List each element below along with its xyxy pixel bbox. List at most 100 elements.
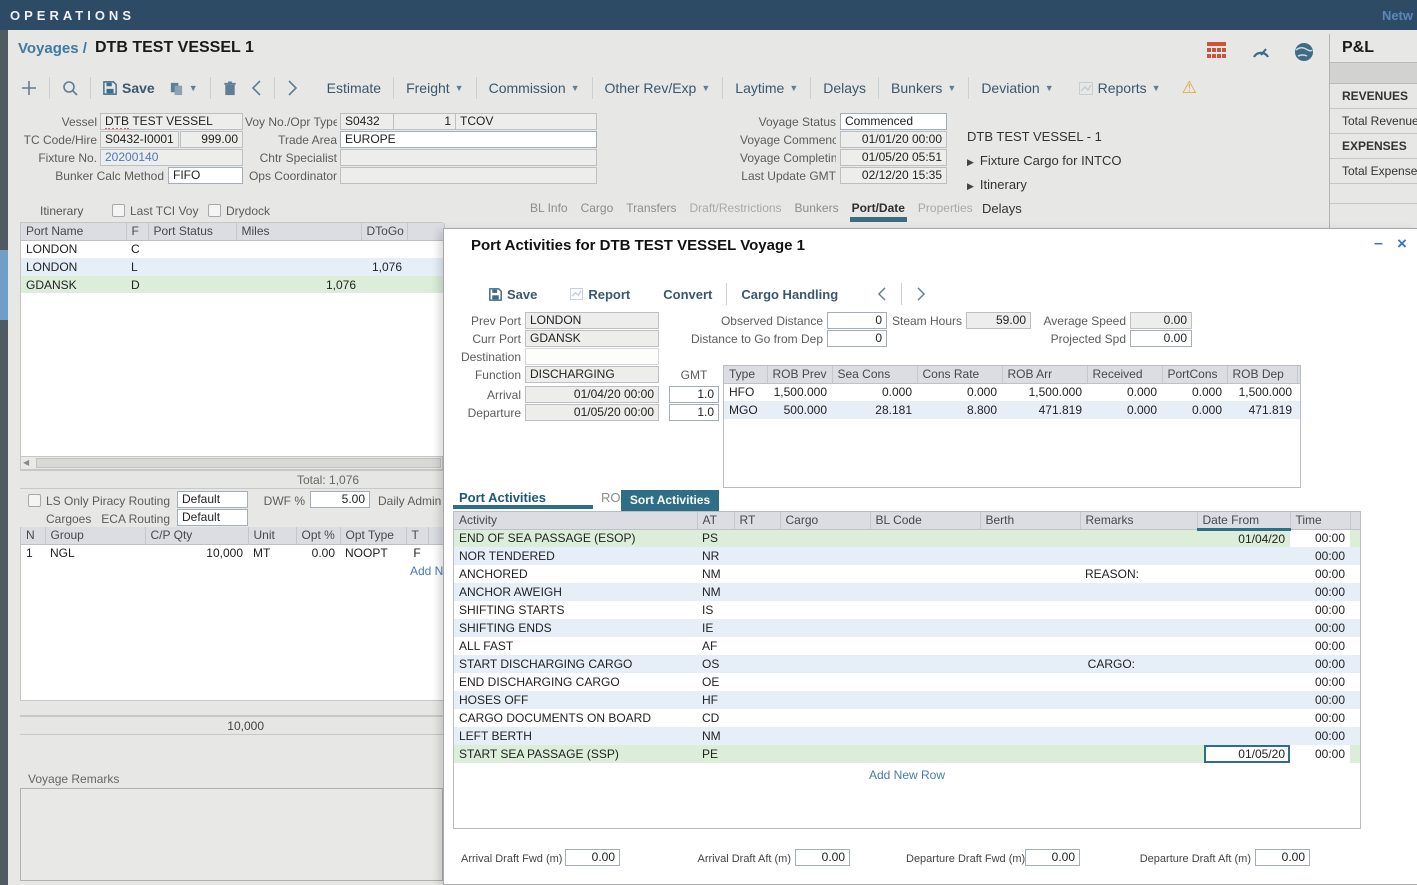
dwf-field[interactable]: 5.00 bbox=[310, 491, 370, 508]
col-port-name[interactable]: Port Name bbox=[21, 223, 126, 240]
breadcrumb[interactable]: Voyages / bbox=[18, 40, 87, 57]
tc-hire-field[interactable]: 999.00 bbox=[180, 131, 243, 148]
cell-date-from[interactable] bbox=[1197, 691, 1290, 709]
cell-time[interactable]: 00:00 bbox=[1290, 601, 1350, 619]
projected-spd-field[interactable]: 0.00 bbox=[1130, 330, 1192, 347]
tree-root[interactable]: DTB TEST VESSEL - 1 bbox=[967, 129, 1102, 144]
arrival-field[interactable]: 01/04/20 00:00 bbox=[525, 386, 659, 403]
col-opt-pct[interactable]: Opt % bbox=[296, 527, 340, 544]
dialog-save-button[interactable]: Save bbox=[489, 287, 537, 302]
cell-time[interactable]: 00:00 bbox=[1290, 547, 1350, 565]
convert-button[interactable]: Convert bbox=[663, 287, 712, 302]
itinerary-row[interactable]: GDANSK D 1,076 bbox=[21, 276, 444, 294]
trade-area-field[interactable]: EUROPE bbox=[340, 131, 597, 148]
cell-portcons[interactable]: 0.000 bbox=[1162, 401, 1227, 419]
add-new-row-link[interactable]: Add New Row bbox=[454, 768, 1360, 782]
reports-menu[interactable]: Reports▼ bbox=[1079, 80, 1161, 96]
col-rob-prev[interactable]: ROB Prev bbox=[767, 366, 832, 383]
sort-activities-button[interactable]: Sort Activities bbox=[621, 490, 719, 511]
tab-properties[interactable]: Properties bbox=[918, 201, 973, 215]
minimize-icon[interactable]: – bbox=[1374, 235, 1383, 253]
activity-row[interactable]: LEFT BERTH NM 00:00 bbox=[454, 727, 1361, 745]
voy-no-field[interactable]: S0432 bbox=[340, 113, 394, 130]
gmt-departure-field[interactable]: 1.0 bbox=[669, 404, 719, 421]
cell-date-from[interactable] bbox=[1197, 655, 1290, 673]
dialog-next-button[interactable] bbox=[916, 287, 926, 301]
cell-time[interactable]: 00:00 bbox=[1290, 691, 1350, 709]
deviation-menu[interactable]: Deviation▼ bbox=[981, 80, 1053, 96]
pnl-row-revenues[interactable]: REVENUES bbox=[1330, 84, 1417, 109]
ls-only-checkbox[interactable] bbox=[28, 494, 41, 507]
next-button[interactable] bbox=[287, 80, 298, 96]
activity-row[interactable]: END OF SEA PASSAGE (ESOP) PS 01/04/20 00… bbox=[454, 529, 1361, 547]
cell-time[interactable]: 00:00 bbox=[1290, 619, 1350, 637]
bunkers-menu[interactable]: Bunkers▼ bbox=[891, 80, 956, 96]
add-button[interactable] bbox=[21, 80, 37, 96]
scroll-left-arrow-icon[interactable]: ◀ bbox=[23, 458, 29, 467]
steam-hours-field[interactable]: 59.00 bbox=[966, 312, 1031, 329]
other-rev-exp-menu[interactable]: Other Rev/Exp▼ bbox=[605, 80, 711, 96]
tree-item-itinerary[interactable]: ▶Itinerary bbox=[967, 177, 1027, 192]
tab-bl-info[interactable]: BL Info bbox=[530, 201, 568, 215]
cell-date-from[interactable] bbox=[1197, 709, 1290, 727]
tab-port-activities[interactable]: Port Activities bbox=[459, 490, 546, 505]
col-received[interactable]: Received bbox=[1087, 366, 1162, 383]
col-rob-dep[interactable]: ROB Dep bbox=[1227, 366, 1297, 383]
copy-button[interactable]: ▼ bbox=[169, 81, 198, 96]
gmt-arrival-field[interactable]: 1.0 bbox=[669, 386, 719, 403]
tab-transfers[interactable]: Transfers bbox=[626, 201, 676, 215]
opr-type-field[interactable]: TCOV bbox=[455, 113, 597, 130]
pnl-row-expenses[interactable]: EXPENSES bbox=[1330, 134, 1417, 159]
departure-draft-fwd-field[interactable]: 0.00 bbox=[1025, 849, 1080, 866]
globe-icon[interactable] bbox=[1294, 42, 1314, 62]
itinerary-row[interactable]: LONDON L 1,076 bbox=[21, 258, 444, 276]
col-unit[interactable]: Unit bbox=[248, 527, 296, 544]
activity-row[interactable]: ALL FAST AF 00:00 bbox=[454, 637, 1361, 655]
voyage-commencing-field[interactable]: 01/01/20 00:00 bbox=[840, 131, 947, 148]
vessel-field[interactable]: DTB TEST VESSEL bbox=[100, 113, 243, 130]
activity-row[interactable]: SHIFTING STARTS IS 00:00 bbox=[454, 601, 1361, 619]
col-type[interactable]: Type bbox=[724, 366, 767, 383]
cell-date-from[interactable] bbox=[1197, 637, 1290, 655]
col-group[interactable]: Group bbox=[45, 527, 145, 544]
bunker-row[interactable]: HFO 1,500.000 0.000 0.000 1,500.000 0.00… bbox=[724, 383, 1301, 401]
col-time[interactable]: Time bbox=[1290, 512, 1350, 529]
cargo-handling-button[interactable]: Cargo Handling bbox=[741, 287, 838, 302]
freight-menu[interactable]: Freight▼ bbox=[406, 80, 464, 96]
destination-field[interactable] bbox=[525, 348, 659, 365]
pnl-row-total-expenses[interactable]: Total Expenses bbox=[1330, 159, 1417, 184]
estimate-button[interactable]: Estimate bbox=[327, 80, 381, 96]
delete-button[interactable] bbox=[223, 81, 237, 96]
cell-date-from[interactable] bbox=[1197, 565, 1290, 583]
col-port-status[interactable]: Port Status bbox=[148, 223, 236, 240]
cell-time[interactable]: 00:00 bbox=[1290, 565, 1350, 583]
activity-row[interactable]: END DISCHARGING CARGO OE 00:00 bbox=[454, 673, 1361, 691]
activity-row[interactable]: SHIFTING ENDS IE 00:00 bbox=[454, 619, 1361, 637]
cell-date-from[interactable] bbox=[1197, 583, 1290, 601]
date-from-input[interactable]: 01/05/20 bbox=[1204, 745, 1290, 763]
activity-row[interactable]: CARGO DOCUMENTS ON BOARD CD 00:00 bbox=[454, 709, 1361, 727]
bunker-calc-method-field[interactable]: FIFO bbox=[168, 167, 243, 184]
dialog-report-button[interactable]: Report bbox=[570, 287, 630, 302]
col-bl-code[interactable]: BL Code bbox=[870, 512, 980, 529]
cell-date-from[interactable] bbox=[1197, 619, 1290, 637]
col-opt-type[interactable]: Opt Type bbox=[340, 527, 406, 544]
col-activity[interactable]: Activity bbox=[454, 512, 697, 529]
arrival-draft-fwd-field[interactable]: 0.00 bbox=[565, 849, 620, 866]
cell-time[interactable]: 00:00 bbox=[1290, 673, 1350, 691]
last-tci-voy-checkbox[interactable] bbox=[112, 204, 125, 217]
activity-row[interactable]: START SEA PASSAGE (SSP) PE 01/05/20 00:0… bbox=[454, 745, 1361, 763]
commission-menu[interactable]: Commission▼ bbox=[489, 80, 580, 96]
cell-time[interactable]: 00:00 bbox=[1290, 727, 1350, 745]
cargo-row[interactable]: 1 NGL 10,000 MT 0.00 NOOPT F bbox=[21, 544, 444, 562]
curr-port-field[interactable]: GDANSK bbox=[525, 330, 659, 347]
activity-row[interactable]: NOR TENDERED NR 00:00 bbox=[454, 547, 1361, 565]
cell-remarks[interactable]: REASON: bbox=[1080, 565, 1197, 583]
voyage-completing-field[interactable]: 01/05/20 05:51 bbox=[840, 149, 947, 166]
search-button[interactable] bbox=[62, 80, 78, 96]
delays-button[interactable]: Delays bbox=[823, 80, 866, 96]
last-update-gmt-field[interactable]: 02/12/20 15:35 bbox=[840, 167, 947, 184]
tree-item-fixture-cargo[interactable]: ▶Fixture Cargo for INTCO bbox=[967, 153, 1122, 168]
dialog-prev-button[interactable] bbox=[877, 287, 887, 301]
col-remarks[interactable]: Remarks bbox=[1080, 512, 1197, 529]
